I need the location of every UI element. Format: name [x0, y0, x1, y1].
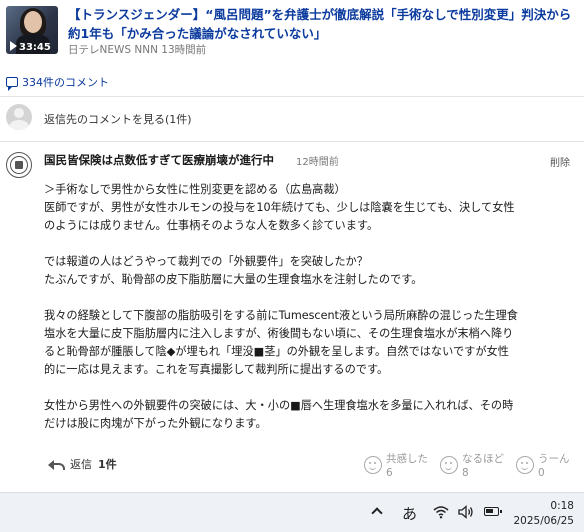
article-source-name: 日テレNEWS NNN: [68, 44, 158, 56]
reply-button[interactable]: 返信 1件: [48, 456, 117, 472]
comment-line: 我々の経験として下腹部の脂肪吸引をする前にTumescent液という局所麻酔の混…: [44, 309, 518, 322]
reply-comment: 国民皆保険は点数低すぎて医療崩壊が進行中 12時間前 削除 ＞手術なしで男性から…: [0, 146, 584, 486]
article-time: 13時間前: [161, 44, 207, 56]
battery-icon[interactable]: [484, 507, 502, 516]
reaction-count: 0: [538, 467, 545, 479]
taskbar: あ 0:18 2025/06/25: [0, 492, 584, 532]
comment-line: 女性から男性への外観要件の突破には、大・小の■唇へ生理食塩水を多量に入れれば、そ…: [44, 399, 514, 412]
video-duration: 33:45: [19, 42, 51, 53]
video-thumbnail[interactable]: 33:45: [6, 6, 58, 54]
reply-count[interactable]: 1件: [98, 456, 117, 472]
reaction-count: 8: [462, 467, 469, 479]
clock-date: 2025/06/25: [513, 515, 574, 527]
comment-line: 医師ですが、男性が女性ホルモンの投与を10年続けても、少しは陰嚢を生じても、決し…: [44, 201, 515, 214]
speaker-icon[interactable]: [458, 505, 474, 519]
reaction-hmm-button[interactable]: うーん 0: [516, 452, 570, 482]
smile-icon: [440, 456, 458, 474]
comment-line: では報道の人はどうやって裁判での「外観要件」を突破したか？: [44, 255, 368, 268]
reaction-count: 6: [386, 467, 393, 479]
reaction-empathy-button[interactable]: 共感した 6: [364, 452, 428, 482]
view-parent-comment-link[interactable]: 返信先のコメントを見る(1件): [44, 111, 192, 127]
article-title[interactable]: 【トランスジェンダー】“風呂問題”を弁護士が徹底解説「手術なしで性別変更」判決か…: [68, 5, 578, 43]
article-title-line2[interactable]: 約1年も「かみ合った議論がなされていない」: [68, 24, 578, 43]
ime-indicator[interactable]: あ: [402, 503, 417, 524]
reaction-texts: 共感した 6: [386, 452, 428, 480]
comment-username[interactable]: 国民皆保険は点数低すぎて医療崩壊が進行中: [44, 152, 274, 168]
thumbnail-face: [24, 11, 42, 33]
delete-button[interactable]: 削除: [550, 154, 570, 169]
user-avatar[interactable]: [6, 152, 32, 178]
seal-icon: [10, 156, 28, 174]
comment-line: ＞手術なしで男性から女性に性別変更を認める（広島高裁）: [44, 183, 346, 196]
comment-count-link[interactable]: 334件のコメント: [6, 74, 109, 91]
comment-line: 塩水を大量に皮下脂肪層内に注入しますが、術後間もない頃に、その生理食塩水が末梢へ…: [44, 327, 514, 340]
comment-icon: [6, 77, 18, 91]
battery-fill: [486, 509, 493, 513]
reaction-texts: なるほど 8: [462, 452, 504, 480]
comment-line: だけは股に肉塊が下がった外観になります。: [44, 417, 267, 430]
comment-line: たぶんですが、恥骨部の皮下脂肪層に大量の生理食塩水を注射したのです。: [44, 273, 423, 286]
avatar-head-icon: [14, 108, 24, 118]
reaction-label: うーん: [538, 453, 570, 465]
reaction-insight-button[interactable]: なるほど 8: [440, 452, 504, 482]
reaction-texts: うーん 0: [538, 452, 570, 480]
comment-timestamp: 12時間前: [296, 157, 339, 168]
smile-icon: [516, 456, 534, 474]
chevron-up-icon[interactable]: [371, 507, 383, 519]
comment-count-label[interactable]: 334件のコメント: [22, 74, 109, 90]
article-source: 日テレNEWS NNN 13時間前: [68, 42, 206, 57]
avatar-shoulders-icon: [9, 120, 29, 130]
article-header[interactable]: 33:45 【トランスジェンダー】“風呂問題”を弁護士が徹底解説「手術なしで性別…: [0, 0, 584, 64]
clock-time: 0:18: [550, 500, 574, 512]
comment-line: ると恥骨部が腫脹して陰◆が埋もれ「埋没■茎」の外観を呈します。自然ではないですが…: [44, 345, 509, 358]
divider: [0, 141, 584, 142]
comment-line: 的に一応は見えます。これを写真撮影して裁判所に提出するのです。: [44, 363, 389, 376]
comment-line: のようには成りません。仕事柄そのような人を数多く診ています。: [44, 219, 379, 232]
article-title-line1[interactable]: 【トランスジェンダー】“風呂問題”を弁護士が徹底解説「手術なしで性別変更」判決か…: [68, 5, 578, 24]
reply-arrow-icon: [48, 458, 65, 470]
wifi-icon[interactable]: [433, 505, 449, 519]
smile-icon: [364, 456, 382, 474]
reaction-label: なるほど: [462, 453, 504, 465]
reply-label[interactable]: 返信: [70, 456, 92, 472]
divider: [0, 96, 584, 97]
parent-avatar: [6, 104, 32, 130]
comment-body: ＞手術なしで男性から女性に性別変更を認める（広島高裁） 医師ですが、男性が女性ホ…: [44, 181, 576, 433]
system-clock[interactable]: 0:18 2025/06/25: [513, 499, 574, 529]
play-icon: [10, 41, 17, 51]
reaction-label: 共感した: [386, 453, 428, 465]
